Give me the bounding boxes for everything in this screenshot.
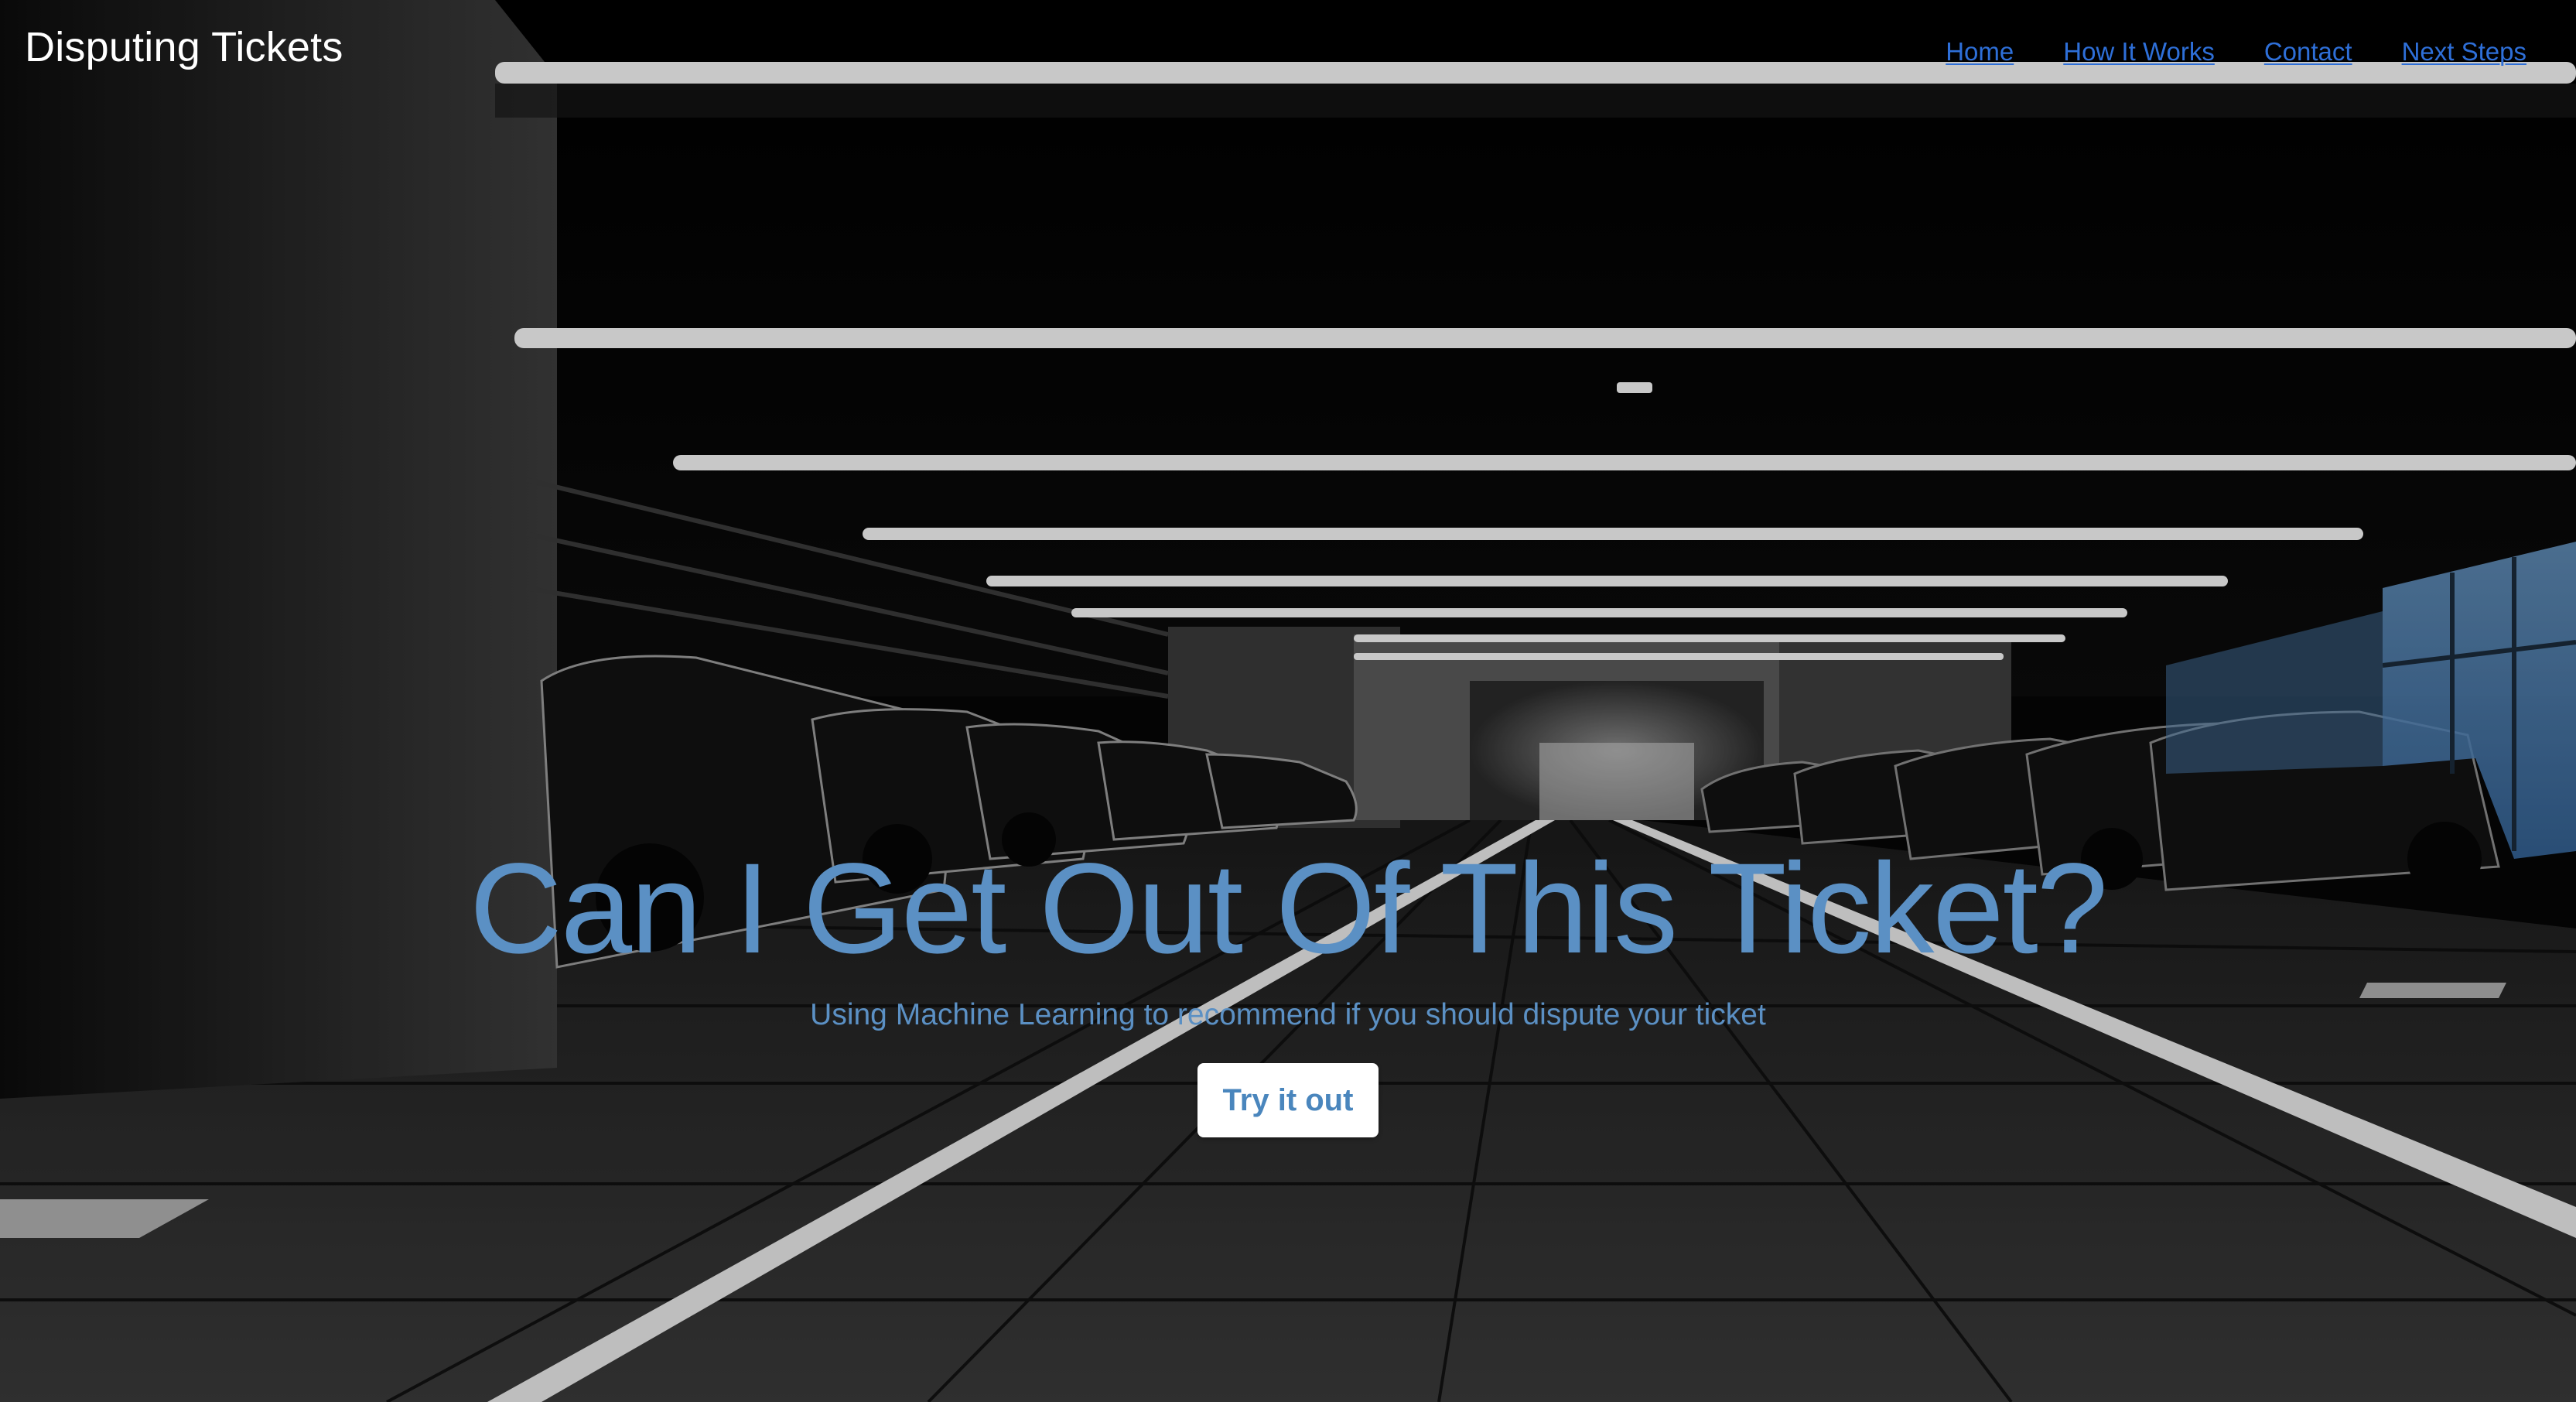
nav-link-how-it-works[interactable]: How It Works [2063,34,2215,70]
hero-subtitle: Using Machine Learning to recommend if y… [810,998,1766,1031]
top-nav: Home How It Works Contact Next Steps [1896,34,2526,70]
nav-link-contact[interactable]: Contact [2264,34,2352,70]
nav-link-next-steps[interactable]: Next Steps [2402,34,2526,70]
try-it-out-button[interactable]: Try it out [1197,1063,1379,1137]
page: Disputing Tickets Home How It Works Cont… [0,0,2576,1402]
brand-logo-text[interactable]: Disputing Tickets [25,20,343,74]
nav-link-home[interactable]: Home [1946,34,2014,70]
hero-background-image [0,0,2576,1402]
hero-title: Can I Get Out Of This Ticket? [469,837,2108,980]
